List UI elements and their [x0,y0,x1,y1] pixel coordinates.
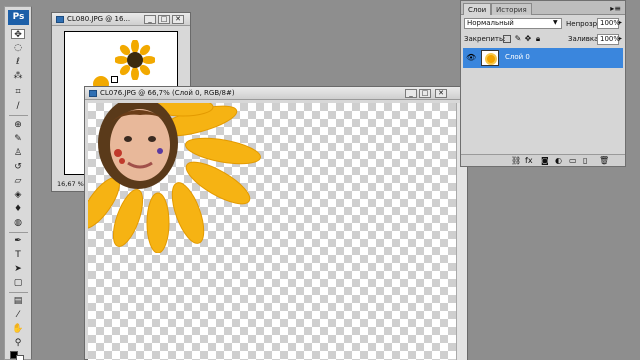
maximize-button[interactable]: □ [419,89,431,98]
shape-icon[interactable]: ▢ [11,278,25,288]
minimize-button[interactable]: _ [144,15,156,24]
magic-wand-icon[interactable]: ⁂ [11,71,25,81]
lock-label: Закрепить: [464,35,506,43]
lock-all-icon[interactable]: 🔒︎ [534,35,542,43]
lock-row: Закрепить: ✎ ✥ 🔒︎ Заливка: 100% ▸ [461,32,625,46]
healing-icon[interactable]: ⊕ [11,120,25,130]
notes-icon[interactable]: ▤ [11,296,25,306]
blend-mode-select[interactable]: Нормальный [464,18,562,29]
marquee-icon[interactable]: ◌ [11,43,25,53]
lock-pixels-icon[interactable]: ✎ [514,35,522,43]
move-icon[interactable]: ✥ [11,29,25,40]
path-select-icon[interactable]: ➤ [11,264,25,274]
hand-icon[interactable]: ✋ [11,324,25,334]
document-titlebar[interactable]: CL080.JPG @ 16... _ □ ✕ [52,13,190,26]
adjustment-layer-icon[interactable]: ◐ [555,156,562,166]
lock-transparency-icon[interactable] [503,35,511,43]
tab-layers[interactable]: Слои [463,3,492,15]
close-button[interactable]: ✕ [435,89,447,98]
history-brush-icon[interactable]: ↺ [11,162,25,172]
eyedropper-icon[interactable]: ⁄ [11,310,25,320]
minimize-button[interactable]: _ [405,89,417,98]
layer-thumbnail [481,50,499,66]
layer-row-0[interactable]: 👁︎ Слой 0 [463,48,623,68]
lasso-icon[interactable]: ℓ [11,57,25,67]
pen-icon[interactable]: ✒ [11,236,25,246]
chevron-right-icon[interactable]: ▸ [619,19,622,26]
zoom-icon[interactable]: ⚲ [11,338,25,348]
document-title: CL076.JPG @ 66,7% (Слой 0, RGB/8#) [100,89,235,97]
document-title: CL080.JPG @ 16... [67,15,131,23]
zoom-readout: 16,67 % [57,180,84,188]
toolbox: Ps ✥ ◌ ℓ ⁂ ⌗ ∕ ⊕ ✎ ♙ ↺ ▱ ◈ ♦ ◍ ✒ T ➤ ▢ ▤… [4,6,32,360]
eraser-icon[interactable]: ▱ [11,176,25,186]
fill-field[interactable]: 100% [597,34,620,45]
document-icon [56,16,64,23]
blur-icon[interactable]: ♦ [11,204,25,214]
tab-history[interactable]: История [491,3,532,15]
toolbox-divider [9,232,28,233]
toolbox-divider [9,115,28,116]
dodge-icon[interactable]: ◍ [11,218,25,228]
panel-menu-icon[interactable]: ▸≡ [610,4,621,13]
maximize-button[interactable]: □ [158,15,170,24]
ps-logo: Ps [8,10,29,25]
background-color-swatch[interactable] [16,355,24,360]
transparent-canvas[interactable] [80,97,456,360]
toolbox-divider [9,292,28,293]
photoshop-workspace: Ps ✥ ◌ ℓ ⁂ ⌗ ∕ ⊕ ✎ ♙ ↺ ▱ ◈ ♦ ◍ ✒ T ➤ ▢ ▤… [0,0,640,360]
sunflower-girl-image [80,97,268,254]
document-icon [89,90,97,97]
delete-layer-icon[interactable]: 🗑︎ [599,156,609,166]
link-layers-icon[interactable]: ⛓ [511,156,521,166]
bucket-icon[interactable]: ◈ [11,190,25,200]
brush-icon[interactable]: ✎ [11,134,25,144]
panel-footer: ⛓ fx ◙ ◐ ▭ ▯ 🗑︎ [461,154,625,166]
sunflower-image [114,39,156,81]
type-icon[interactable]: T [11,250,25,260]
new-group-icon[interactable]: ▭ [569,156,577,166]
opacity-field[interactable]: 100% [597,18,620,29]
document-titlebar[interactable]: CL076.JPG @ 66,7% (Слой 0, RGB/8#) _ □ ✕ [85,87,467,100]
fill-label: Заливка: [568,35,601,43]
chevron-down-icon[interactable]: ▼ [553,19,558,26]
layer-name[interactable]: Слой 0 [505,53,530,61]
lock-position-icon[interactable]: ✥ [524,35,532,43]
document-window-cl076[interactable]: CL076.JPG @ 66,7% (Слой 0, RGB/8#) _ □ ✕ [80,86,468,360]
chevron-right-icon[interactable]: ▸ [619,35,622,42]
slice-icon[interactable]: ∕ [11,101,25,111]
close-button[interactable]: ✕ [172,15,184,24]
crop-icon[interactable]: ⌗ [11,87,25,97]
move-cursor-icon [111,76,118,83]
blend-row: Нормальный ▼ Непрозр.: 100% ▸ [461,17,625,31]
new-layer-icon[interactable]: ▯ [583,156,587,166]
panel-tabs: Слои История ▸≡ [461,1,625,15]
eye-icon[interactable]: 👁︎ [466,53,476,62]
layer-style-icon[interactable]: fx [525,156,533,166]
layer-mask-icon[interactable]: ◙ [541,156,549,166]
layers-panel: Слои История ▸≡ Нормальный ▼ Непрозр.: 1… [460,0,626,167]
stamp-icon[interactable]: ♙ [11,148,25,158]
